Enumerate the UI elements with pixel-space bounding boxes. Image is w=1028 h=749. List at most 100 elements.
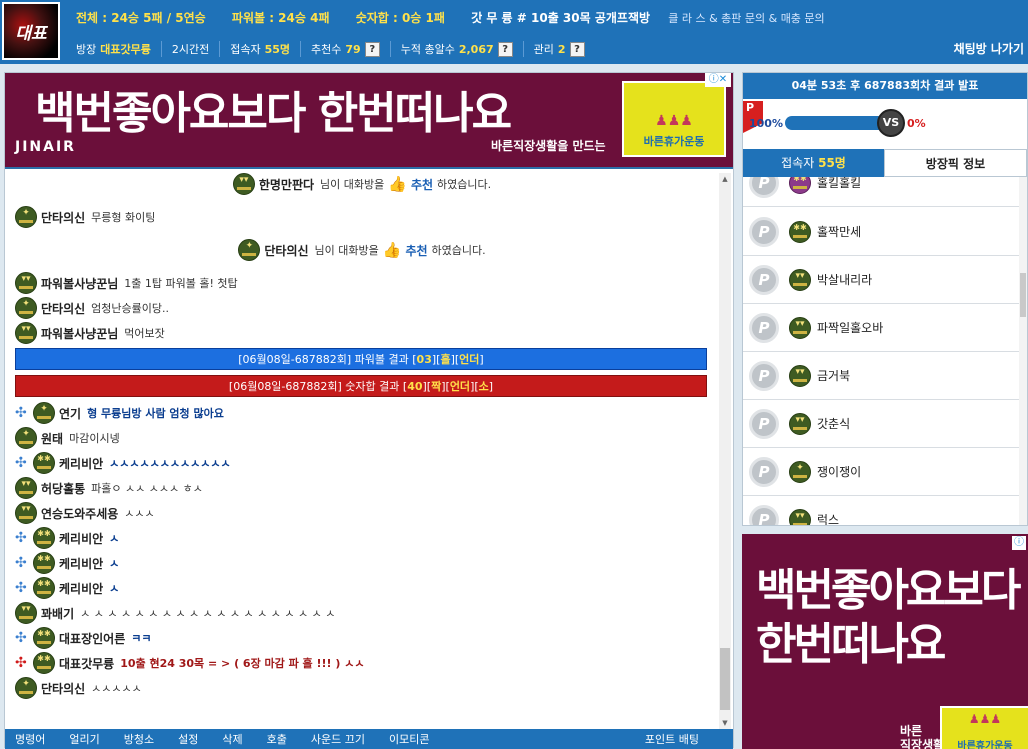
message-text: 파홀ㅇ ㅅㅅ ㅅㅅㅅ ㅎㅅ xyxy=(91,482,203,495)
powerball-result-notice: [06월08일-687882회] 파워볼 결과 [03][홀][언더] xyxy=(15,348,707,370)
recommend-help-button[interactable]: ? xyxy=(364,41,380,57)
menu-emoticon[interactable]: 이모티콘 xyxy=(379,731,443,747)
rank-badge-icon xyxy=(789,177,811,194)
rank-badge-icon xyxy=(33,527,55,549)
user-list-scrollbar[interactable] xyxy=(1019,177,1027,525)
p-level-icon: P xyxy=(749,264,779,295)
manage-help-button[interactable]: ? xyxy=(569,41,585,57)
menu-call[interactable]: 호출 xyxy=(257,731,301,747)
message-nick[interactable]: 꽈배기 xyxy=(41,605,74,622)
hits-label: 누적 총알수 xyxy=(400,43,455,56)
scroll-up-icon[interactable]: ▲ xyxy=(719,173,731,185)
message-text: ㅅㅅㅅ xyxy=(124,507,155,520)
list-item[interactable]: P 쟁이쟁이 xyxy=(743,448,1019,496)
users-segment: 접속자 55명 xyxy=(219,41,300,57)
list-item[interactable]: P 금거북 xyxy=(743,352,1019,400)
menu-commands[interactable]: 명령어 xyxy=(5,731,59,747)
spinner-icon: ✣ xyxy=(15,630,27,646)
ad-campaign-text: 바른휴가운동 xyxy=(957,741,1013,749)
recommend-segment: 추천수 79 ? xyxy=(300,41,390,57)
scroll-thumb[interactable] xyxy=(720,648,730,710)
stat-total: 전체 : 24승 5패 / 5연승 xyxy=(76,11,206,25)
hits-segment: 누적 총알수 2,067 ? xyxy=(389,41,523,57)
message-nick[interactable]: 단타의신 xyxy=(41,680,85,697)
scroll-thumb[interactable] xyxy=(1020,273,1026,317)
menu-delete[interactable]: 삭제 xyxy=(212,731,256,747)
chat-message: 파워볼사냥꾼님 1출 1탑 파워볼 홀! 첫탑 xyxy=(15,271,238,295)
inquiry-text: 클 라 스 & 총판 문의 & 매충 문의 xyxy=(668,12,825,25)
user-name: 파짝일홀오바 xyxy=(817,321,884,335)
rank-badge-icon xyxy=(33,452,55,474)
chat-message: 파워볼사냥꾼님 먹어보잣 xyxy=(15,321,165,345)
chat-message: ✣ 케리비안 ㅅ xyxy=(15,551,119,575)
message-nick[interactable]: 단타의신 xyxy=(41,209,85,226)
vs-badge: VS xyxy=(877,109,905,137)
chat-message: ✣ 대표장인어른 ㅋㅋ xyxy=(15,626,152,650)
menu-freeze[interactable]: 얼리기 xyxy=(59,731,113,747)
list-item[interactable]: P 박살내리라 xyxy=(743,256,1019,304)
user-name: 박살내리라 xyxy=(817,273,873,287)
message-nick[interactable]: 단타의신 xyxy=(264,242,308,259)
message-text: 마감이시넹 xyxy=(69,432,120,445)
stat-powerball: 파워볼 : 24승 4패 xyxy=(231,11,330,25)
notice-suffix: ] xyxy=(488,379,494,393)
chat-message: ✣ 케리비안 ㅅ xyxy=(15,576,119,600)
menu-sound-off[interactable]: 사운드 끄기 xyxy=(301,731,379,747)
room-logo: 대표 xyxy=(2,2,60,60)
menu-settings[interactable]: 설정 xyxy=(168,731,212,747)
list-item[interactable]: P 파짝일홀오바 xyxy=(743,304,1019,352)
ad-choice-icon[interactable]: ⓘ xyxy=(1012,536,1026,550)
user-name: 갓춘식 xyxy=(817,417,851,431)
point-betting-button[interactable]: 포인트 배팅 xyxy=(635,731,733,747)
ad-choice-icon[interactable]: ⓘ✕ xyxy=(705,73,731,87)
message-nick[interactable]: 원태 xyxy=(41,430,63,447)
message-text: 10출 현24 30목 = > ( 6장 마감 파 홀 !!! ) ㅅㅅ xyxy=(120,657,365,670)
message-nick[interactable]: 한명만판다 xyxy=(259,176,314,193)
rank-badge-icon xyxy=(33,627,55,649)
message-text: 엄청난승률이당.. xyxy=(91,302,170,315)
rank-badge-icon xyxy=(15,427,37,449)
list-item[interactable]: P 럭스 xyxy=(743,496,1019,525)
tab-users[interactable]: 접속자 55명 xyxy=(743,149,884,177)
message-text: 님이 대화방을 xyxy=(320,178,385,191)
list-item[interactable]: P 홀킬홀킬 xyxy=(743,177,1019,207)
hits-help-button[interactable]: ? xyxy=(497,41,513,57)
menu-clean[interactable]: 방청소 xyxy=(114,731,168,747)
list-item[interactable]: P 홀짝만세 xyxy=(743,208,1019,256)
p-level-icon: P xyxy=(749,504,779,525)
message-nick[interactable]: 연승도와주세용 xyxy=(41,505,118,522)
message-nick[interactable]: 연기 xyxy=(59,405,81,422)
message-nick[interactable]: 케리비안 xyxy=(59,580,103,597)
rank-badge-icon xyxy=(15,206,37,228)
notice-sep: ][ xyxy=(441,379,450,393)
exit-room-button[interactable]: 채팅방 나가기 xyxy=(954,40,1024,57)
notice-value-1: 짝 xyxy=(431,380,442,393)
message-nick[interactable]: 파워볼사냥꾼님 xyxy=(41,275,118,292)
owner-name[interactable]: 대표갓무륭 xyxy=(100,41,151,57)
message-nick[interactable]: 케리비안 xyxy=(59,530,103,547)
list-item[interactable]: P 갓춘식 xyxy=(743,400,1019,448)
user-name: 쟁이쟁이 xyxy=(817,465,862,479)
chat-scrollbar[interactable]: ▲ ▼ xyxy=(719,173,731,729)
left-percent: 100% xyxy=(749,117,783,130)
p-level-icon: P xyxy=(749,216,779,247)
message-nick[interactable]: 대표장인어른 xyxy=(59,630,125,647)
notice-value-1: 홀 xyxy=(440,353,451,366)
tab-users-label: 접속자 xyxy=(781,156,815,170)
message-nick[interactable]: 단타의신 xyxy=(41,300,85,317)
rank-badge-icon xyxy=(789,268,811,291)
side-banner-ad[interactable]: 백번좋아요보다 한번떠나요 바른 직장생활을 ♟♟♟ 바른휴가운동 ⓘ xyxy=(742,534,1028,749)
rank-badge-icon xyxy=(232,173,255,195)
user-list: P 홀킬홀킬 P 홀짝만세 P 박살내리라 P 파짝일홀오바 P 금거북 P 갓… xyxy=(743,177,1019,525)
message-nick[interactable]: 케리비안 xyxy=(59,555,103,572)
top-banner-ad[interactable]: 백번좋아요보다 한번떠나요 JINAIR 바른직장생활을 만드는 ♟♟♟ 바른휴… xyxy=(5,73,733,167)
tab-owner-pick[interactable]: 방장픽 정보 xyxy=(884,149,1027,177)
scroll-down-icon[interactable]: ▼ xyxy=(719,717,731,729)
message-nick[interactable]: 케리비안 xyxy=(59,455,103,472)
message-nick[interactable]: 대표갓무륭 xyxy=(59,655,114,672)
manage-count: 2 xyxy=(557,42,566,56)
message-text: ㅅ xyxy=(109,582,120,595)
user-name: 럭스 xyxy=(817,513,840,525)
message-nick[interactable]: 파워볼사냥꾼님 xyxy=(41,325,118,342)
message-nick[interactable]: 허당홀통 xyxy=(41,480,85,497)
